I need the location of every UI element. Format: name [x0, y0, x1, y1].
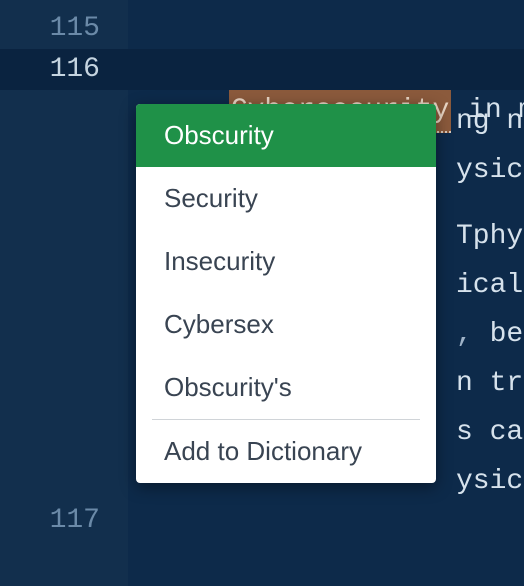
line-number-active: 116: [0, 49, 128, 90]
line-number: 115: [0, 8, 128, 49]
spellcheck-suggestion[interactable]: Obscurity: [136, 104, 436, 167]
code-text[interactable]: ng n: [456, 106, 523, 137]
code-text[interactable]: Tphy: [456, 221, 523, 252]
code-text[interactable]: ical: [456, 270, 523, 301]
spellcheck-suggestion[interactable]: Security: [136, 167, 436, 230]
gutter: 115 116 117: [0, 0, 128, 586]
spellcheck-suggestion[interactable]: Cybersex: [136, 293, 436, 356]
line-number: 117: [0, 500, 128, 541]
spellcheck-context-menu: Obscurity Security Insecurity Cybersex O…: [136, 104, 436, 483]
code-line[interactable]: [128, 8, 524, 49]
spellcheck-suggestion[interactable]: Obscurity's: [136, 356, 436, 419]
code-text[interactable]: ysic: [456, 466, 523, 497]
spellcheck-suggestion[interactable]: Insecurity: [136, 230, 436, 293]
code-text[interactable]: ysic: [456, 155, 523, 186]
add-to-dictionary[interactable]: Add to Dictionary: [136, 420, 436, 483]
code-text[interactable]: s ca: [456, 417, 523, 448]
code-text[interactable]: n tr: [456, 368, 523, 399]
code-line-active[interactable]: Cybersecurity in mole: [128, 49, 524, 90]
code-content[interactable]: Cybersecurity in mole: [128, 8, 524, 90]
code-editor: 115 116 117 Cybersecurity in mole ng n y…: [0, 0, 524, 586]
code-text[interactable]: , be: [456, 319, 523, 350]
